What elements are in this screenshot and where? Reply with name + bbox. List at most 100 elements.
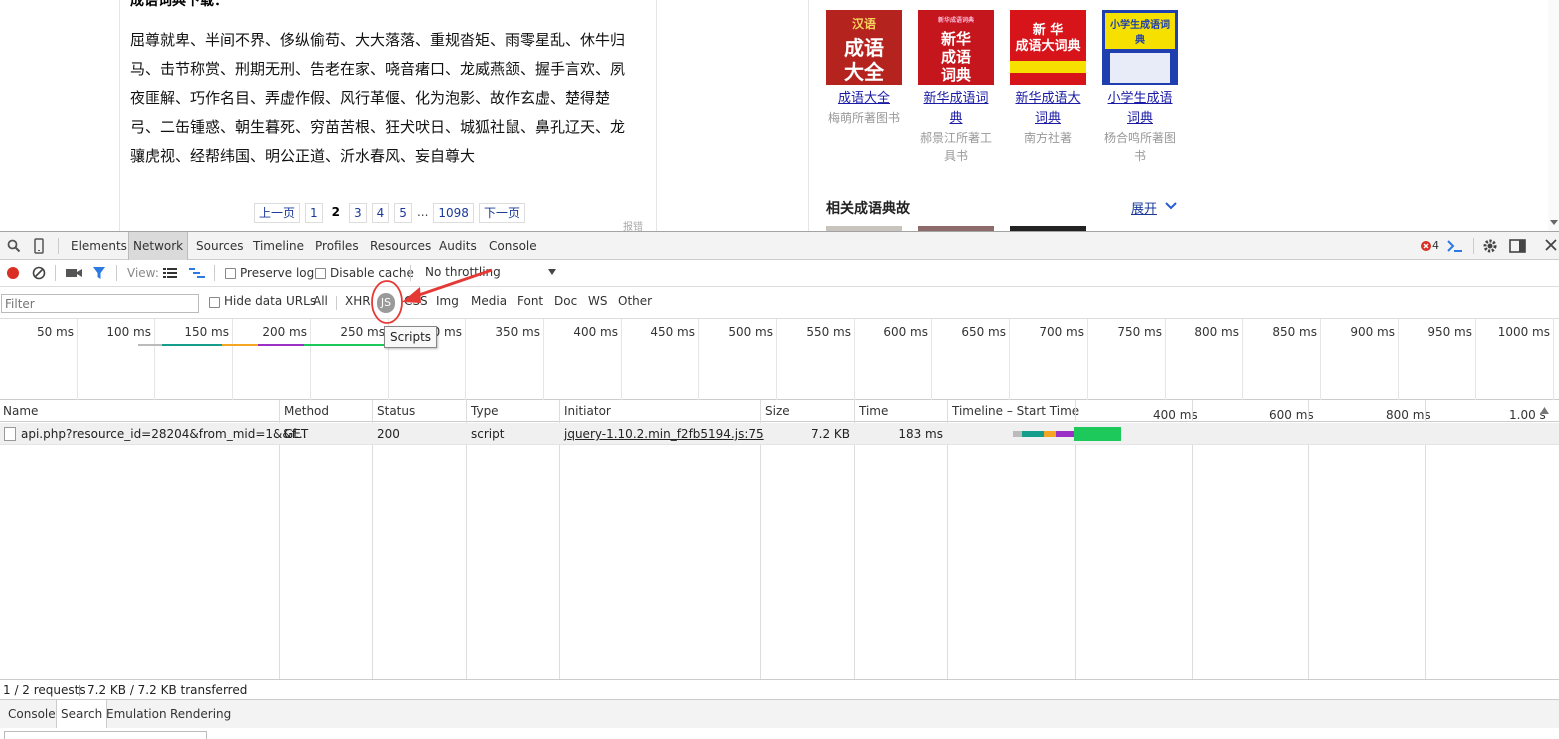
table-row[interactable]: api.php?resource_id=28204&from_mid=1&&f.… (0, 423, 1559, 445)
screenshot-camera-icon[interactable] (66, 267, 82, 279)
tab-profiles[interactable]: Profiles (311, 232, 363, 260)
type-filter-all[interactable]: All (313, 294, 328, 308)
timeline-tick: 400 ms (1153, 408, 1198, 422)
book-cover[interactable]: 新 华 成语大词典 (1010, 10, 1086, 85)
request-status: 200 (377, 427, 400, 441)
book-card[interactable]: 新 华 成语大词典 新华成语大词典 南方社著 (1010, 10, 1086, 147)
view-label: View: (127, 266, 159, 280)
overview-request-segment (138, 344, 162, 346)
pagination: 上一页 1 2 3 4 5 ... 1098 下一页 (254, 202, 525, 224)
book-cover[interactable]: 小学生成语词典 (1102, 10, 1178, 85)
filter-input[interactable] (1, 294, 199, 313)
hide-data-urls-label[interactable]: Hide data URLs (224, 294, 316, 308)
chevron-down-icon[interactable] (1164, 199, 1178, 213)
dock-side-icon[interactable] (1509, 238, 1526, 254)
page-link-last[interactable]: 1098 (433, 203, 474, 223)
prev-page-link[interactable]: 上一页 (254, 203, 301, 223)
type-filter-font[interactable]: Font (517, 294, 543, 308)
overview-gridline (1009, 319, 1010, 400)
preserve-log-checkbox[interactable] (225, 268, 236, 279)
waterfall-dns-bar (1022, 431, 1044, 437)
clear-icon[interactable] (32, 266, 46, 280)
filter-icon[interactable] (92, 266, 106, 280)
book-title[interactable]: 新华成语词典 (918, 89, 994, 129)
error-count[interactable]: 4 (1432, 239, 1439, 252)
tab-audits[interactable]: Audits (435, 232, 481, 260)
book-cover[interactable]: 汉语 成语 大全 (826, 10, 902, 85)
book-cover[interactable]: 新华成语词典 新华 成语 词典 (918, 10, 994, 85)
report-error-link[interactable]: 报错 (623, 218, 643, 231)
scroll-down-arrow-icon[interactable] (1550, 220, 1558, 226)
book-card[interactable]: 小学生成语词典 小学生成语词典 杨合鸣所著图书 (1102, 10, 1178, 165)
page-link-3[interactable]: 3 (349, 203, 367, 223)
drawer-tab-rendering[interactable]: Rendering (166, 700, 235, 728)
overview-timeline[interactable]: 50 ms 100 ms 150 ms 200 ms 250 ms 300 ms 350 m… (0, 319, 1559, 400)
book-title[interactable]: 成语大全 (826, 89, 902, 109)
disable-cache-checkbox[interactable] (315, 268, 326, 279)
overview-gridline (1165, 319, 1166, 400)
request-initiator-link[interactable]: jquery-1.10.2.min_f2fb5194.js:75 (564, 427, 764, 441)
file-icon (4, 427, 16, 441)
overview-tick-label: 750 ms (1117, 325, 1162, 339)
tab-network[interactable]: Network (128, 232, 189, 260)
network-status-bar: 1 / 2 requests 7.2 KB / 7.2 KB transferr… (0, 679, 1559, 699)
search-icon[interactable] (6, 238, 22, 254)
overview-tick-label: 900 ms (1350, 325, 1395, 339)
column-time[interactable]: Time (859, 404, 888, 418)
tab-timeline[interactable]: Timeline (249, 232, 308, 260)
overview-tick-label: 400 ms (573, 325, 618, 339)
devtools-panel: Elements Network Sources Timeline Profil… (0, 231, 1559, 739)
drawer-content (0, 728, 1559, 737)
toolbar-divider (116, 265, 117, 281)
tab-console[interactable]: Console (485, 232, 541, 260)
console-drawer-icon[interactable] (1446, 238, 1464, 254)
tab-elements[interactable]: Elements (67, 232, 131, 260)
next-page-link[interactable]: 下一页 (478, 203, 525, 223)
column-size[interactable]: Size (765, 404, 790, 418)
drawer-tab-search[interactable]: Search (56, 700, 108, 728)
column-name[interactable]: Name (3, 404, 38, 418)
column-initiator[interactable]: Initiator (564, 404, 611, 418)
request-table-header: Name Method Status Type Initiator Size T… (0, 400, 1559, 422)
book-title[interactable]: 小学生成语词典 (1102, 89, 1178, 129)
overview-tick-label: 650 ms (961, 325, 1006, 339)
waterfall-connect-bar (1044, 431, 1056, 437)
tab-resources[interactable]: Resources (366, 232, 435, 260)
book-title[interactable]: 新华成语大词典 (1010, 89, 1086, 129)
error-icon[interactable] (1421, 241, 1431, 251)
request-name[interactable]: api.php?resource_id=28204&from_mid=1&&f.… (21, 427, 307, 441)
page-link-4[interactable]: 4 (371, 203, 390, 223)
large-rows-icon[interactable] (163, 267, 177, 279)
record-icon[interactable] (6, 266, 20, 280)
column-timeline[interactable]: Timeline – Start Time (952, 404, 1079, 418)
search-input[interactable] (4, 731, 207, 739)
column-status[interactable]: Status (377, 404, 415, 418)
type-filter-other[interactable]: Other (618, 294, 652, 308)
hide-data-urls-checkbox[interactable] (209, 297, 220, 308)
overview-waterfall-icon[interactable] (189, 267, 205, 279)
timeline-tick: 600 ms (1269, 408, 1314, 422)
close-icon[interactable] (1545, 239, 1557, 251)
filter-bar: Hide data URLs All XHR JS CSS Img Media … (0, 287, 1559, 319)
device-mode-icon[interactable] (31, 238, 47, 254)
expand-link[interactable]: 展开 (1131, 198, 1157, 217)
page-link-1[interactable]: 1 (305, 203, 323, 223)
column-method[interactable]: Method (284, 404, 329, 418)
preserve-log-label[interactable]: Preserve log (240, 266, 314, 280)
column-type[interactable]: Type (471, 404, 499, 418)
page-link-5[interactable]: 5 (394, 203, 412, 223)
drawer-tab-emulation[interactable]: Emulation (102, 700, 171, 728)
book-card[interactable]: 新华成语词典 新华 成语 词典 新华成语词典 郝景江所著工具书 (918, 10, 994, 165)
tab-sources[interactable]: Sources (192, 232, 247, 260)
book-author: 郝景江所著工具书 (919, 131, 992, 163)
gear-icon[interactable] (1482, 238, 1498, 254)
timeline-gridline (1308, 400, 1309, 422)
sort-ascending-icon[interactable] (1540, 407, 1549, 414)
timeline-gridline (1425, 400, 1426, 422)
type-filter-ws[interactable]: WS (588, 294, 607, 308)
book-card[interactable]: 汉语 成语 大全 成语大全 梅萌所著图书 (826, 10, 902, 127)
overview-request-segment (222, 344, 258, 346)
drawer-tab-console[interactable]: Console (4, 700, 60, 728)
type-filter-doc[interactable]: Doc (554, 294, 577, 308)
page-scrollbar[interactable] (1548, 0, 1559, 231)
